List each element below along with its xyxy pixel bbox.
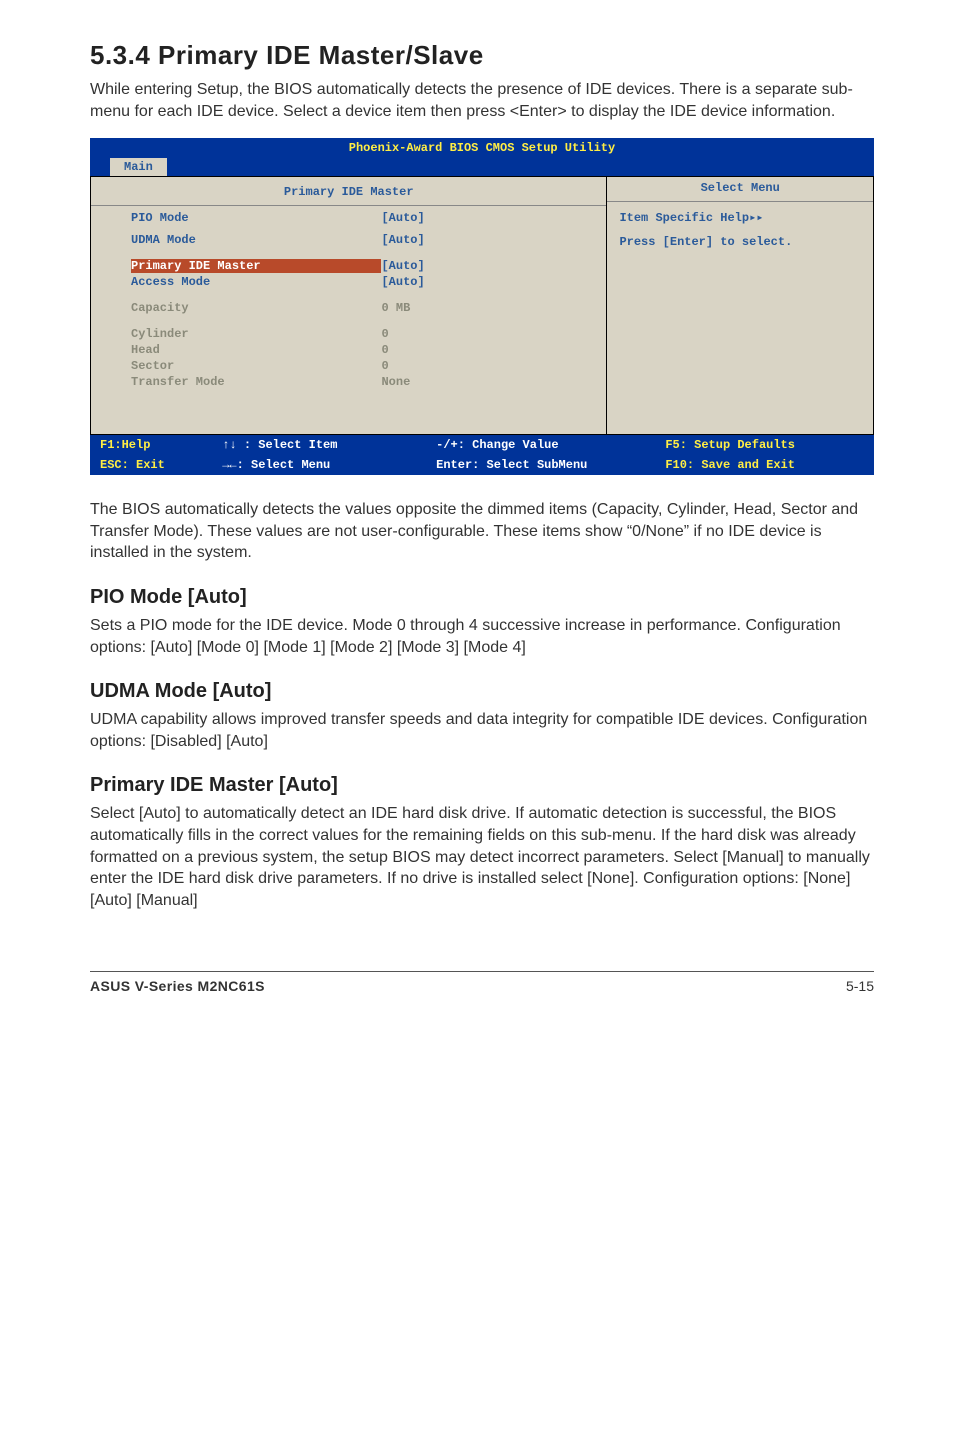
bios-row-label: Sector [131,359,381,373]
bios-row-value: [Auto] [381,275,586,289]
bios-help-line1: Item Specific Help▸▸ [619,210,861,225]
bios-tabstrip: Main [90,158,874,176]
bios-row-value: [Auto] [381,211,586,225]
bios-row-label: Primary IDE Master [131,259,381,273]
bios-main-area: Primary IDE Master PIO Mode [Auto] UDMA … [90,176,874,435]
bios-help-area: Item Specific Help▸▸ Press [Enter] to se… [607,202,873,267]
bios-row: Head 0 [91,342,606,358]
bios-footer-key: ESC: Exit [100,458,222,472]
bios-row-value: 0 [381,327,586,341]
bios-row-value: 0 [381,359,586,373]
bios-row: Capacity 0 MB [91,300,606,316]
section-heading: 5.3.4 Primary IDE Master/Slave [90,40,874,71]
footer-page-number: 5-15 [846,978,874,994]
udma-text: UDMA capability allows improved transfer… [90,709,874,752]
footer-product: ASUS V-Series M2NC61S [90,978,265,994]
bios-row: Sector 0 [91,358,606,374]
bios-row[interactable]: UDMA Mode [Auto] [91,232,606,248]
bios-row[interactable]: PIO Mode [Auto] [91,210,606,226]
bios-footer-row1: F1:Help ↑↓ : Select Item -/+: Change Val… [90,435,874,455]
bios-row-value: None [381,375,586,389]
bios-tab-main[interactable]: Main [110,158,167,176]
bios-row-selected[interactable]: Primary IDE Master [Auto] [91,258,606,274]
pio-text: Sets a PIO mode for the IDE device. Mode… [90,615,874,658]
udma-heading: UDMA Mode [Auto] [90,680,874,703]
bios-footer-key: →←: Select Menu [222,458,436,472]
bios-row-label: PIO Mode [131,211,381,225]
bios-right-panel: Select Menu Item Specific Help▸▸ Press [… [607,176,874,435]
bios-row-label: Transfer Mode [131,375,381,389]
primary-heading: Primary IDE Master [Auto] [90,774,874,797]
bios-row-value: [Auto] [381,259,586,273]
bios-row-label: Head [131,343,381,357]
pio-heading: PIO Mode [Auto] [90,586,874,609]
bios-help-line2: Press [Enter] to select. [619,235,861,249]
bios-footer-key: F10: Save and Exit [665,458,864,472]
bios-row-value: 0 MB [381,301,586,315]
bios-left-header: Primary IDE Master [91,181,606,206]
bios-row-label: UDMA Mode [131,233,381,247]
bios-window: Phoenix-Award BIOS CMOS Setup Utility Ma… [90,138,874,475]
bios-row-value: [Auto] [381,233,586,247]
bios-row-label: Capacity [131,301,381,315]
bios-footer-row2: ESC: Exit →←: Select Menu Enter: Select … [90,455,874,475]
bios-row-value: 0 [381,343,586,357]
bios-footer-key: F5: Setup Defaults [665,438,864,452]
bios-title: Phoenix-Award BIOS CMOS Setup Utility [90,138,874,158]
page-footer: ASUS V-Series M2NC61S 5-15 [90,971,874,994]
bios-row-label: Cylinder [131,327,381,341]
section-intro: While entering Setup, the BIOS automatic… [90,79,874,122]
bios-row: Transfer Mode None [91,374,606,390]
bios-right-header: Select Menu [607,177,873,202]
bios-row[interactable]: Access Mode [Auto] [91,274,606,290]
bios-footer-key: F1:Help [100,438,222,452]
post-bios-paragraph: The BIOS automatically detects the value… [90,499,874,564]
bios-row-label: Access Mode [131,275,381,289]
primary-text: Select [Auto] to automatically detect an… [90,803,874,911]
bios-row: Cylinder 0 [91,326,606,342]
bios-left-panel: Primary IDE Master PIO Mode [Auto] UDMA … [90,176,607,435]
bios-footer-key: Enter: Select SubMenu [436,458,665,472]
bios-footer-key: ↑↓ : Select Item [222,438,436,452]
bios-footer-key: -/+: Change Value [436,438,665,452]
